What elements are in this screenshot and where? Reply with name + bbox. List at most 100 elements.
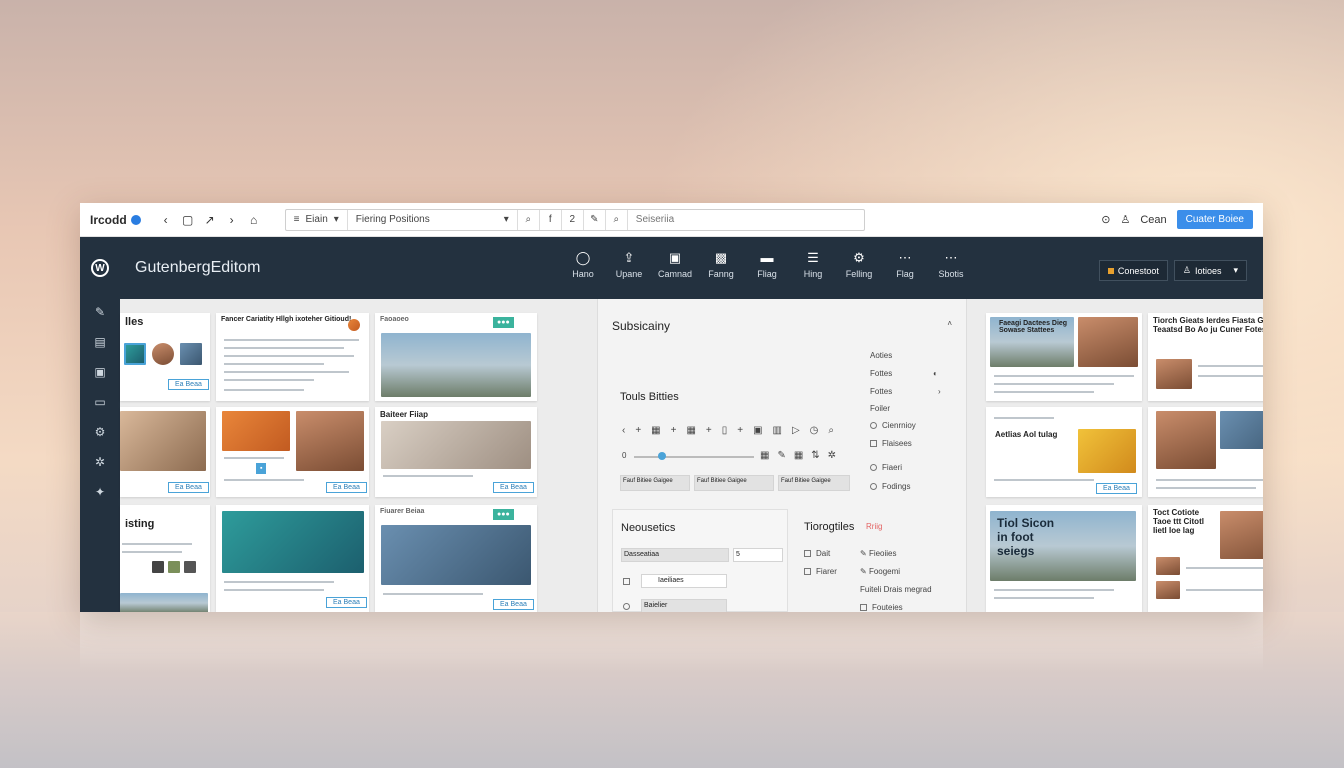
card[interactable]: Aetlias Aol tulag Ea Beaa — [986, 407, 1142, 497]
more-icon: ⋯ — [944, 250, 958, 265]
select[interactable]: Iaeiliaes — [641, 574, 727, 588]
search-icon[interactable]: ⌕ — [518, 209, 540, 230]
card[interactable]: Fiuarer Beiaa ●●● Ea Beaa — [375, 505, 537, 612]
slider-label: 0 — [622, 451, 627, 460]
person-image — [296, 411, 364, 471]
checkbox-option[interactable]: Flaisees — [870, 439, 912, 448]
text-field[interactable]: Dasseatiaa — [621, 548, 729, 562]
card-button[interactable]: Ea Beaa — [168, 379, 209, 390]
card[interactable] — [1148, 407, 1263, 497]
tool-label: Fliag — [757, 269, 777, 279]
wordpress-logo[interactable]: W — [80, 259, 120, 277]
card[interactable]: Toct Cotiote Taoe ttt Citotl Iietl Ioe l… — [1148, 505, 1263, 612]
card-button[interactable]: Ea Beaa — [326, 597, 367, 608]
link[interactable]: ✎ Foogemi — [860, 567, 900, 576]
publish-button[interactable]: Conestoot — [1098, 260, 1168, 281]
radio-option[interactable]: Cienrnioy — [870, 421, 916, 430]
tool-0[interactable]: ◯ Hano — [560, 247, 606, 279]
link[interactable]: Fuiteli Drais megrad — [860, 585, 932, 594]
tool-6[interactable]: ⚙ Felling — [836, 247, 882, 279]
font-icon[interactable]: f — [540, 209, 562, 230]
card[interactable]: lles Ea Beaa — [120, 313, 210, 401]
tool-3[interactable]: ▩ Fanng — [698, 247, 744, 279]
editor-tools: ◯ Hano ⇪ Upane ▣ Camnad ▩ Fanng ▬ Fliag ☰ Hing ⚙ Fell… — [560, 247, 974, 279]
option-label[interactable]: Fottes — [870, 387, 892, 396]
option-cell[interactable]: Fauf Bitiee Gaigee — [694, 475, 774, 491]
options-button[interactable]: ♙ Iotioes ▾ — [1173, 260, 1247, 281]
card[interactable]: Baiteer Fiiap Ea Beaa — [375, 407, 537, 497]
addr-seg-position[interactable]: Fiering Positions ▾ — [348, 209, 518, 230]
tool-label: Flag — [896, 269, 914, 279]
card-button[interactable]: Ea Beaa — [493, 482, 534, 493]
help-icon[interactable]: ⊙ — [1101, 213, 1110, 226]
search-input[interactable] — [627, 214, 864, 225]
card-button[interactable]: Ea Beaa — [168, 482, 209, 493]
settings-panel: Subsicainy ˄ Aoties Fottes ◐ Fottes › Fo… — [597, 299, 967, 612]
tool-2[interactable]: ▣ Camnad — [652, 247, 698, 279]
checkbox-option[interactable]: Fiarer — [804, 567, 837, 576]
panel-title: Subsicainy — [612, 319, 671, 333]
back-icon[interactable]: ‹ — [155, 213, 177, 227]
tool-4[interactable]: ▬ Fliag — [744, 247, 790, 279]
radio[interactable] — [623, 602, 635, 611]
select[interactable]: Baielier — [641, 599, 727, 612]
number-field[interactable]: 5 — [733, 548, 783, 562]
bookmark-icon[interactable]: ▢ — [177, 213, 199, 227]
pen-icon[interactable]: ✎ — [95, 305, 105, 319]
top-link[interactable]: Cean — [1140, 214, 1166, 226]
card-button[interactable]: Ea Beaa — [326, 482, 367, 493]
tools-icon[interactable]: ✦ — [95, 485, 105, 499]
card-button[interactable]: Ea Beaa — [493, 599, 534, 610]
card[interactable]: Faeagi Dactees Dieg Sowase Stattees — [986, 313, 1142, 401]
card-button[interactable]: Ea Beaa — [1096, 483, 1137, 494]
radio-option[interactable]: Fiaeri — [870, 463, 902, 472]
collapse-icon[interactable]: ˄ — [947, 319, 952, 328]
pen-icon[interactable]: ✎ — [584, 209, 606, 230]
card[interactable]: Ea Beaa — [216, 505, 369, 612]
card[interactable]: Tiol Sicon in foot seiegs — [986, 505, 1142, 612]
tool-7[interactable]: ⋯ Flag — [882, 247, 928, 279]
tool-8[interactable]: ⋯ Sbotis — [928, 247, 974, 279]
tool-5[interactable]: ☰ Hing — [790, 247, 836, 279]
card[interactable]: Ea Beaa — [120, 407, 210, 497]
person-image — [1078, 317, 1138, 367]
tool-1[interactable]: ⇪ Upane — [606, 247, 652, 279]
card[interactable]: Tiorch Gieats lerdes Fiasta Gwerac Teaat… — [1148, 313, 1263, 401]
card[interactable]: isting — [120, 505, 210, 612]
find-icon[interactable]: ⌕ — [606, 209, 628, 230]
link[interactable]: ✎ Fieoiies — [860, 549, 897, 558]
toggle-icon[interactable]: ◐ — [933, 369, 938, 378]
number-icon[interactable]: 2 — [562, 209, 584, 230]
primary-button[interactable]: Cuater Boiee — [1176, 210, 1253, 229]
option-label[interactable]: Fottes — [870, 369, 892, 378]
reflective-floor — [0, 612, 1344, 768]
home-icon[interactable]: ⌂ — [243, 213, 265, 227]
card[interactable]: Faoaoeo ●●● — [375, 313, 537, 401]
comments-icon[interactable]: ⚙ — [95, 425, 106, 439]
addr-seg-type[interactable]: ≡ Eiain ▾ — [286, 209, 348, 230]
slider-handle[interactable] — [658, 452, 666, 460]
card[interactable]: ▪ Ea Beaa — [216, 407, 369, 497]
posts-icon[interactable]: ▤ — [94, 335, 105, 349]
user-icon[interactable]: ♙ — [1120, 213, 1130, 226]
pages-icon[interactable]: ▭ — [94, 395, 105, 409]
thumb-image — [124, 343, 146, 365]
radio-option[interactable]: Fodings — [870, 482, 910, 491]
person-image — [1156, 359, 1192, 389]
format-icons[interactable]: ▦✎▦⇅✲ — [760, 450, 844, 461]
option-cell[interactable]: Fauf Bitiee Gaigee — [620, 475, 690, 491]
checkbox-option[interactable]: Fouteies — [860, 603, 903, 612]
plugins-icon[interactable]: ✲ — [95, 455, 105, 469]
slider[interactable] — [634, 456, 754, 458]
card[interactable]: Fancer Cariatity Hllgh ixoteher Gitioud! — [216, 313, 369, 401]
share-icon[interactable]: ↗ — [199, 213, 221, 227]
media-icon[interactable]: ▣ — [94, 365, 105, 379]
toolbar-icons[interactable]: ‹+▦+▦+▯+▣▥▷◷⌕ — [622, 425, 844, 436]
chevron-icon[interactable]: › — [938, 387, 941, 396]
address-bar[interactable]: ≡ Eiain ▾ Fiering Positions ▾ ⌕ f 2 ✎ ⌕ — [284, 208, 865, 231]
person-image — [1156, 411, 1216, 469]
checkbox-option[interactable]: Dait — [804, 549, 830, 558]
option-cell[interactable]: Fauf Bitiee Gaigee — [778, 475, 850, 491]
checkbox[interactable] — [623, 577, 635, 586]
forward-icon[interactable]: › — [221, 213, 243, 227]
